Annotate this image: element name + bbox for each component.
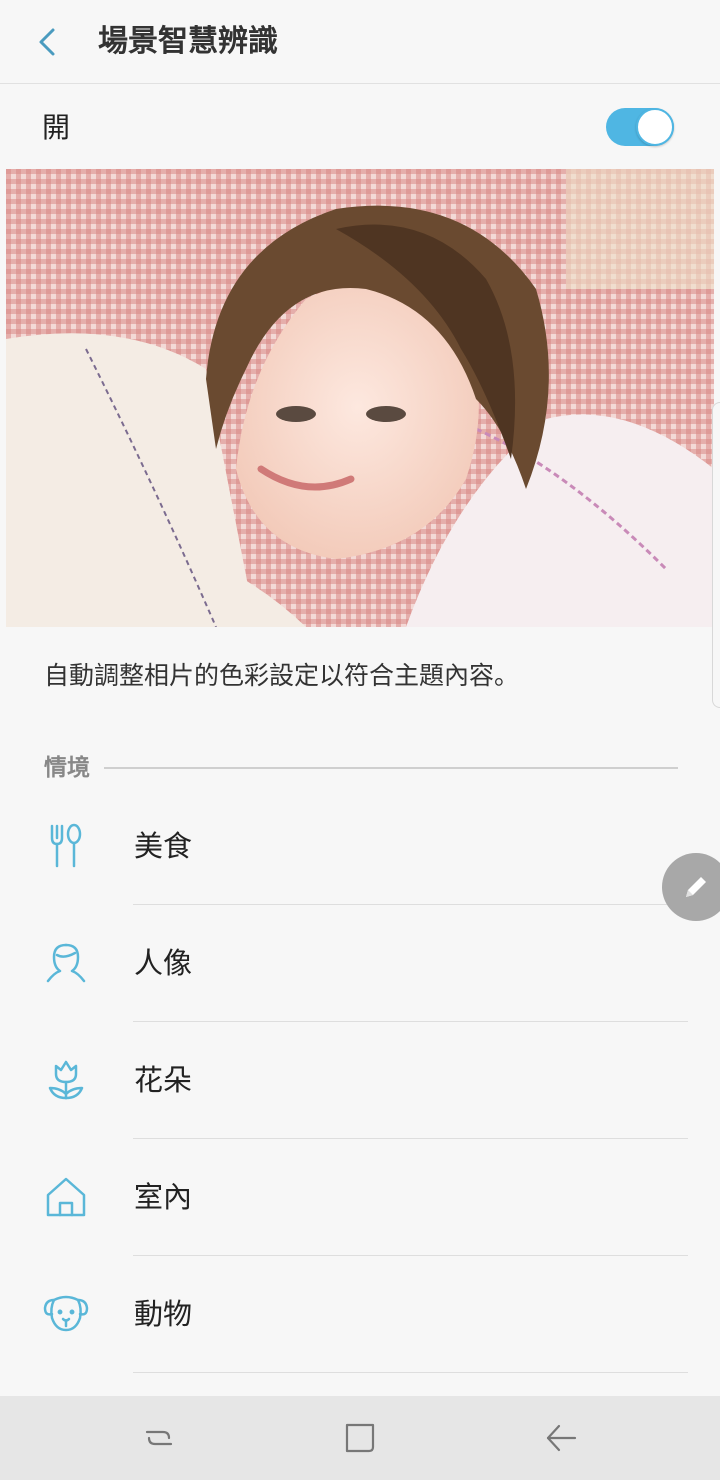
toggle-knob — [636, 108, 674, 146]
home-button[interactable] — [338, 1416, 382, 1460]
scene-item-indoor[interactable]: 室內 — [0, 1139, 720, 1256]
scene-label: 動物 — [134, 1297, 193, 1331]
scene-item-animal[interactable]: 動物 — [0, 1256, 720, 1373]
house-icon — [46, 1177, 86, 1217]
back-button[interactable] — [28, 22, 68, 62]
scene-label: 花朵 — [134, 1063, 193, 1097]
fork-knife-icon — [50, 823, 82, 868]
scene-item-flower[interactable]: 花朵 — [0, 1022, 720, 1139]
scene-label: 人像 — [134, 946, 193, 980]
switch-label: 開 — [42, 111, 71, 144]
recent-apps-icon — [145, 1430, 173, 1446]
section-divider — [104, 767, 678, 769]
section-header: 情境 — [0, 750, 720, 790]
scene-label: 室內 — [134, 1180, 193, 1214]
app-header: 場景智慧辨識 — [0, 0, 720, 84]
system-nav-bar — [0, 1396, 720, 1480]
feature-description: 自動調整相片的色彩設定以符合主題內容。 — [44, 661, 520, 690]
scene-item-food[interactable]: 美食 — [0, 788, 720, 905]
back-icon — [546, 1424, 577, 1452]
chevron-left-icon — [39, 28, 55, 56]
page-title: 場景智慧辨識 — [98, 24, 278, 59]
flower-icon — [48, 1060, 84, 1100]
master-switch-row[interactable]: 開 — [0, 86, 720, 168]
edge-panel-handle[interactable] — [712, 402, 720, 708]
portrait-icon — [46, 943, 86, 983]
section-label: 情境 — [44, 755, 90, 781]
nav-back-button[interactable] — [539, 1416, 583, 1460]
pencil-icon — [686, 877, 706, 897]
home-icon — [345, 1423, 375, 1453]
row-divider — [133, 1372, 688, 1373]
sample-photo — [6, 169, 714, 627]
dog-icon — [43, 1295, 89, 1332]
recent-apps-button[interactable] — [137, 1416, 181, 1460]
scene-item-portrait[interactable]: 人像 — [0, 905, 720, 1022]
master-toggle[interactable] — [606, 108, 674, 146]
scene-label: 美食 — [134, 829, 193, 863]
